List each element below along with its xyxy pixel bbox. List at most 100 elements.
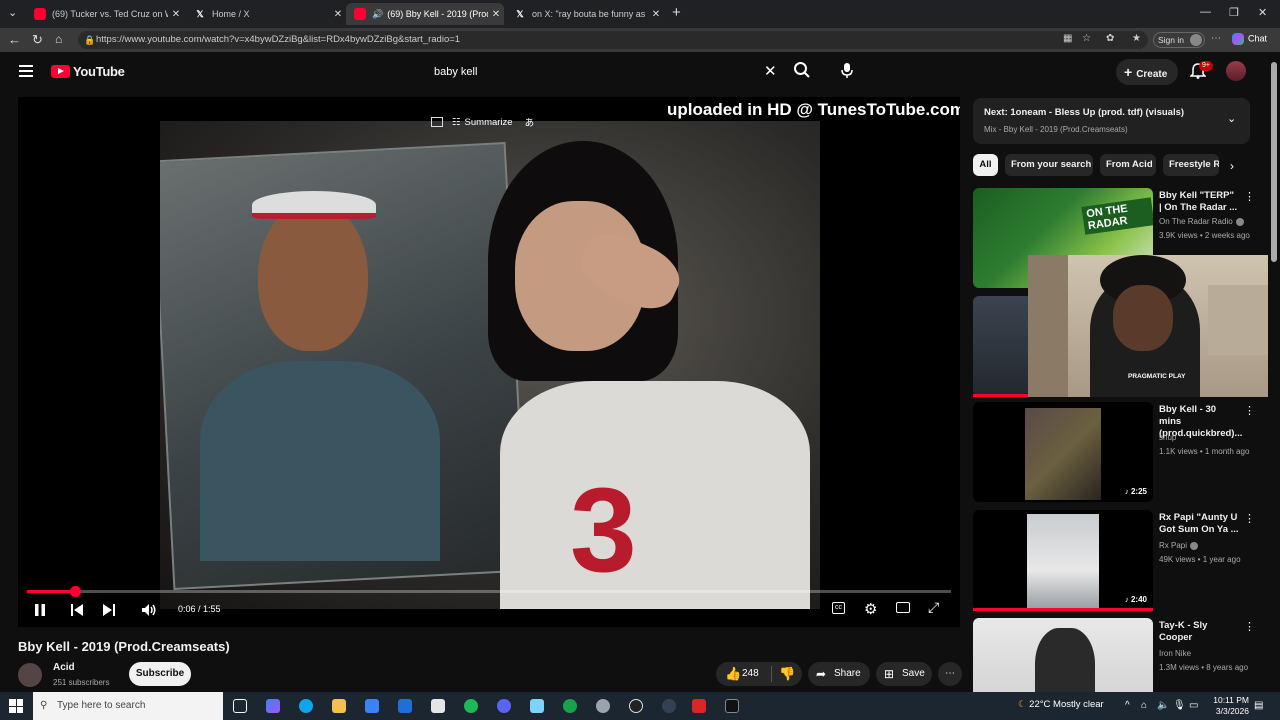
clear-search-icon[interactable]: ✕ <box>764 62 777 80</box>
clock[interactable]: 10:11 PM 3/3/2026 <box>1207 695 1249 717</box>
app-icon[interactable] <box>662 699 676 713</box>
speaker-icon[interactable]: 🔈 <box>1157 700 1169 711</box>
theater-mode-icon[interactable] <box>896 602 910 613</box>
recommendation-channel[interactable]: On The Radar Radio <box>1159 217 1233 226</box>
copilot-taskbar-icon[interactable] <box>266 699 280 713</box>
subscribe-button[interactable]: Subscribe <box>129 662 191 686</box>
volume-icon[interactable] <box>141 603 157 617</box>
show-hidden-icons-icon[interactable]: ^ <box>1125 700 1130 711</box>
chip-from-acid[interactable]: From Acid <box>1100 154 1156 176</box>
favorite-star-icon[interactable]: ☆ <box>1082 33 1091 44</box>
chip-all[interactable]: All <box>973 154 998 176</box>
app-icon[interactable] <box>692 699 706 713</box>
dislike-icon[interactable]: 👎 <box>779 662 795 686</box>
battery-icon[interactable]: ▭ <box>1189 700 1198 711</box>
speaker-icon[interactable]: 🔊 <box>372 9 383 20</box>
page-scrollbar[interactable] <box>1268 52 1280 692</box>
reload-icon[interactable]: ↻ <box>32 32 43 48</box>
chip-freestyle[interactable]: Freestyle R <box>1163 154 1219 176</box>
create-button[interactable]: + Create <box>1116 59 1178 85</box>
more-options-icon[interactable]: ⋮ <box>1244 404 1255 417</box>
microphone-icon[interactable] <box>840 62 854 78</box>
taskbar-search-input[interactable]: ⚲ Type here to search <box>33 692 223 720</box>
recommendation-item[interactable]: ♪ 2:25 Bby Kell - 30 mins (prod.quickbre… <box>973 402 1255 502</box>
notifications-icon[interactable]: ▤ <box>1254 700 1263 711</box>
obs-icon[interactable] <box>629 699 643 713</box>
like-count[interactable]: 248 <box>742 662 759 686</box>
recommendation-thumbnail[interactable]: ♪ 2:40 <box>973 510 1153 610</box>
url-field[interactable]: 🔒 https://www.youtube.com/watch?v=x4bywD… <box>78 31 1148 49</box>
favorites-icon[interactable]: ★ <box>1132 33 1141 44</box>
minimize-icon[interactable]: — <box>1200 6 1211 18</box>
channel-avatar[interactable] <box>18 663 42 687</box>
recommendation-thumbnail[interactable]: ♪ 2:25 <box>973 402 1153 502</box>
tab-list-icon[interactable]: ⌄ <box>8 6 17 19</box>
back-icon[interactable]: ← <box>8 32 21 47</box>
chip-from-your-search[interactable]: From your search <box>1005 154 1093 176</box>
chevron-down-icon[interactable]: ⌄ <box>1227 112 1236 125</box>
copilot-chat-button[interactable]: Chat <box>1232 33 1267 45</box>
like-icon[interactable]: 👍 <box>725 662 741 686</box>
app-icon[interactable] <box>596 699 610 713</box>
progress-scrubber[interactable] <box>70 586 82 597</box>
recommendation-channel[interactable]: Rx Papi <box>1159 541 1187 550</box>
close-tab-icon[interactable]: ✕ <box>168 9 184 20</box>
discord-icon[interactable] <box>497 699 511 713</box>
outlook-icon[interactable] <box>398 699 412 713</box>
fullscreen-icon[interactable]: ⤢ <box>928 599 939 616</box>
settings-gear-icon[interactable]: ⚙ <box>864 600 877 618</box>
epic-games-icon[interactable] <box>725 699 739 713</box>
store-icon[interactable] <box>365 699 379 713</box>
xbox-icon[interactable] <box>563 699 577 713</box>
captions-icon[interactable]: cc <box>832 602 845 614</box>
next-icon[interactable] <box>103 604 115 616</box>
more-options-icon[interactable]: ⋮ <box>1244 190 1255 203</box>
summarize-button[interactable]: Summarize <box>465 117 513 128</box>
video-player[interactable]: 3 uploaded in HD @ TunesToTube.com ☷ Sum… <box>18 97 960 627</box>
user-avatar[interactable] <box>1226 61 1246 81</box>
more-menu-icon[interactable]: ⋯ <box>1211 33 1221 44</box>
youtube-logo[interactable]: YouTube <box>51 64 125 79</box>
recommendation-thumbnail[interactable] <box>973 618 1153 692</box>
app-available-icon[interactable]: ▦ <box>1063 33 1072 44</box>
close-window-icon[interactable]: ✕ <box>1258 6 1267 19</box>
sign-in-button[interactable]: Sign in <box>1153 32 1205 48</box>
restore-icon[interactable]: ❐ <box>1229 6 1239 19</box>
windows-start-icon[interactable] <box>9 699 23 713</box>
progress-bar[interactable] <box>27 586 951 597</box>
close-tab-icon[interactable]: ✕ <box>488 9 504 20</box>
channel-name[interactable]: Acid <box>53 662 75 673</box>
browser-tab-1[interactable]: (69) Tucker vs. Ted Cruz on War w ✕ <box>26 3 184 25</box>
miniplayer-icon[interactable] <box>431 117 443 127</box>
browser-tab-3-active[interactable]: 🔊 (69) Bby Kell - 2019 (Prod.Cre ✕ <box>346 3 504 25</box>
lock-icon[interactable]: 🔒 <box>84 31 95 49</box>
weather-widget[interactable]: ☾ 22°C Mostly clear <box>1018 699 1104 710</box>
more-options-icon[interactable]: ⋮ <box>1244 620 1255 633</box>
edge-browser-icon[interactable] <box>299 699 313 713</box>
app-icon[interactable] <box>530 699 544 713</box>
share-button[interactable]: ➦ Share <box>808 662 870 686</box>
close-tab-icon[interactable]: ✕ <box>648 9 664 20</box>
home-icon[interactable]: ⌂ <box>55 32 62 46</box>
scrollbar-thumb[interactable] <box>1271 62 1277 262</box>
previous-icon[interactable] <box>71 604 83 616</box>
summarize-icon[interactable]: ☷ <box>452 117 461 128</box>
recommendation-channel[interactable]: Iron Nike <box>1159 649 1191 658</box>
next-up-card[interactable]: Next: 1oneam - Bless Up (prod. tdf) (vis… <box>973 98 1250 144</box>
menu-icon[interactable] <box>19 65 33 77</box>
task-view-icon[interactable] <box>233 699 247 713</box>
spotify-icon[interactable] <box>464 699 478 713</box>
search-input[interactable]: baby kell <box>424 59 786 85</box>
more-actions-icon[interactable]: ⋯ <box>938 662 962 686</box>
recommendation-item[interactable]: Tay-K - Sly Cooper Iron Nike 1.3M views … <box>973 618 1255 692</box>
save-button[interactable]: ⊞ Save <box>876 662 932 686</box>
network-icon[interactable]: ⌂ <box>1141 700 1147 711</box>
picture-in-picture-window[interactable]: PRAGMATIC PLAY <box>1028 255 1280 397</box>
file-explorer-icon[interactable] <box>332 699 346 713</box>
pause-icon[interactable] <box>34 603 46 617</box>
close-tab-icon[interactable]: ✕ <box>330 9 346 20</box>
chevron-right-icon[interactable]: › <box>1230 159 1234 173</box>
new-tab-icon[interactable]: + <box>672 4 681 21</box>
mic-icon[interactable]: 🎙 <box>1173 700 1186 711</box>
recommendation-channel[interactable]: snup <box>1159 433 1176 442</box>
